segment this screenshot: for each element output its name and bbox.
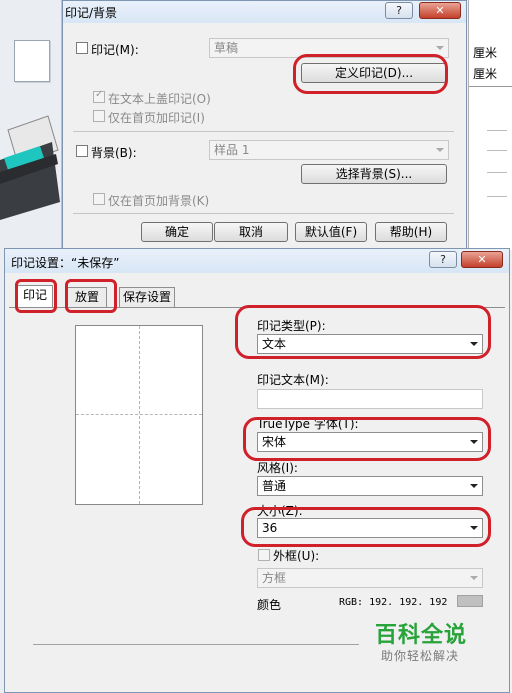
printer-icon: [0, 110, 60, 220]
chevron-down-icon: [470, 440, 478, 444]
stamp-first-page-label: 仅在首页加印记(I): [108, 111, 205, 125]
background-first-page-checkbox[interactable]: [93, 193, 105, 205]
chevron-down-icon: [470, 576, 478, 580]
right-dash-4: [487, 196, 507, 197]
chevron-down-icon: [470, 342, 478, 346]
background-left-panel: [0, 0, 62, 250]
size-combo[interactable]: 36: [257, 518, 483, 538]
size-value: 36: [262, 521, 278, 535]
color-rgb-value: RGB: 192. 192. 192: [339, 597, 448, 608]
stamp-checkbox[interactable]: [76, 42, 88, 54]
frame-checkbox[interactable]: [258, 549, 270, 561]
help-button[interactable]: 帮助(H): [375, 222, 447, 242]
stamp-text-label: 印记文本(M):: [257, 373, 329, 387]
stamp-combo-value: 草稿: [214, 41, 239, 55]
stamp-on-text-label: 在文本上盖印记(O): [108, 92, 211, 106]
font-combo[interactable]: 宋体: [257, 432, 483, 452]
stamp-combo[interactable]: 草稿: [209, 38, 449, 58]
page-preview: [75, 325, 203, 505]
watermark-subtitle: 助你轻松解决: [381, 649, 460, 663]
section-divider-1: [73, 131, 454, 132]
right-dash-3: [487, 172, 507, 173]
right-dash-1: [487, 130, 507, 131]
right-dash-2: [487, 150, 507, 151]
tab-stamp[interactable]: 印记: [17, 285, 53, 307]
font-label: TrueType 字体(T):: [257, 417, 359, 431]
dialog-title: 印记/背景: [65, 6, 118, 20]
stamp-type-value: 文本: [262, 337, 287, 351]
stamp-first-page-checkbox[interactable]: [93, 110, 105, 122]
frame-value: 方框: [262, 571, 287, 585]
background-checkbox[interactable]: [76, 145, 88, 157]
title-bar: 印记设置：“未保存” ? ✕: [5, 249, 509, 273]
tab-save-settings[interactable]: 保存设置: [119, 287, 175, 307]
stamp-checkbox-label: 印记(M):: [91, 43, 139, 57]
section-divider-2: [73, 213, 454, 214]
ok-button[interactable]: 确定: [141, 222, 213, 242]
help-title-button[interactable]: ?: [385, 2, 413, 19]
style-combo[interactable]: 普通: [257, 476, 483, 496]
help-title-button[interactable]: ?: [429, 251, 457, 268]
dialog-title: 印记设置：“未保存”: [11, 256, 120, 270]
background-combo-value: 样品 1: [214, 143, 250, 157]
page-thumbnail-icon: [14, 40, 50, 82]
bottom-divider: [33, 644, 359, 645]
chevron-down-icon: [470, 484, 478, 488]
frame-label: 外框(U):: [273, 549, 320, 563]
chevron-down-icon: [436, 148, 444, 152]
close-title-button[interactable]: ✕: [419, 2, 461, 19]
stamp-settings-dialog: 印记设置：“未保存” ? ✕ 印记 放置 保存设置 印记类型(P): 文本 印记…: [4, 248, 510, 693]
chevron-down-icon: [436, 46, 444, 50]
watermark-title: 百科全说: [375, 623, 468, 648]
frame-combo[interactable]: 方框: [257, 568, 483, 588]
style-value: 普通: [262, 479, 287, 493]
define-stamp-button[interactable]: 定义印记(D)...: [301, 63, 447, 83]
cancel-button[interactable]: 取消: [214, 222, 288, 242]
right-divider: [469, 86, 512, 87]
background-checkbox-label: 背景(B):: [91, 146, 137, 160]
tab-baseline: [9, 307, 505, 308]
preview-vertical-guide: [139, 326, 140, 504]
select-background-button[interactable]: 选择背景(S)...: [301, 164, 447, 184]
font-value: 宋体: [262, 435, 287, 449]
color-swatch[interactable]: [457, 595, 483, 607]
preview-horizontal-guide: [76, 414, 202, 415]
stamp-on-text-checkbox[interactable]: ✓: [93, 89, 105, 103]
background-combo[interactable]: 样品 1: [209, 140, 449, 160]
style-label: 风格(I):: [257, 461, 298, 475]
chevron-down-icon: [470, 526, 478, 530]
unit-label-2: 厘米: [473, 67, 498, 81]
stamp-type-label: 印记类型(P):: [257, 319, 326, 333]
title-bar: 印记/背景 ? ✕: [63, 1, 466, 23]
background-right-panel: 厘米 厘米: [468, 0, 512, 250]
tab-placement[interactable]: 放置: [67, 287, 107, 307]
stamp-background-dialog: 印记/背景 ? ✕ 印记(M): 草稿 定义印记(D)... ✓ 在文本上盖印记…: [62, 0, 467, 250]
stamp-type-combo[interactable]: 文本: [257, 334, 483, 354]
background-first-page-label: 仅在首页加背景(K): [108, 194, 210, 208]
unit-label-1: 厘米: [473, 46, 498, 60]
color-label: 颜色: [257, 598, 282, 612]
size-label: 大小(Z):: [257, 504, 303, 518]
stamp-text-input[interactable]: [257, 389, 483, 409]
close-title-button[interactable]: ✕: [461, 251, 503, 268]
default-button[interactable]: 默认值(F): [295, 222, 367, 242]
